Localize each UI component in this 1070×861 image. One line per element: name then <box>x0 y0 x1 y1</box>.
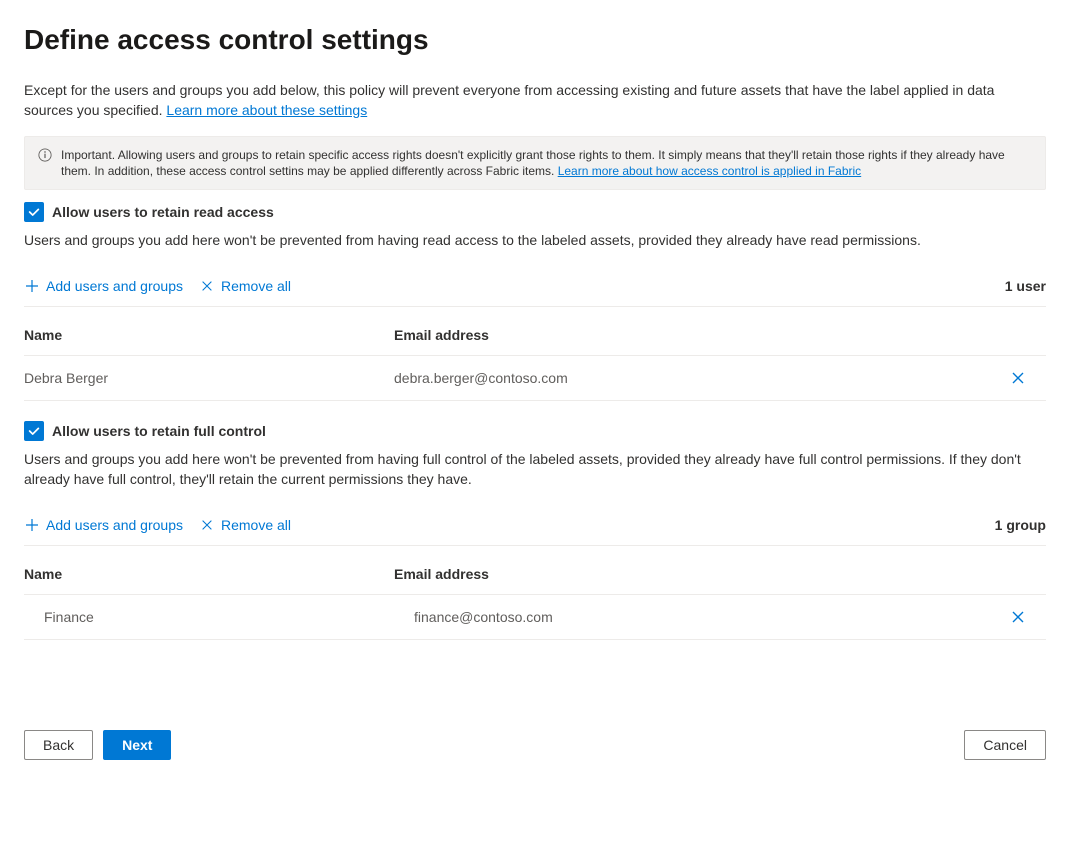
remove-all-label: Remove all <box>221 278 291 294</box>
learn-more-fabric-link[interactable]: Learn more about how access control is a… <box>558 164 862 178</box>
table-row: Finance finance@contoso.com <box>24 595 1046 640</box>
full-control-checkbox-row: Allow users to retain full control <box>24 421 1046 441</box>
remove-all-button-full[interactable]: Remove all <box>199 517 291 533</box>
back-button[interactable]: Back <box>24 730 93 760</box>
column-email: Email address <box>394 566 1046 582</box>
read-access-table-header: Name Email address <box>24 307 1046 356</box>
read-access-description: Users and groups you add here won't be p… <box>24 230 1046 250</box>
read-access-toolbar: Add users and groups Remove all 1 user <box>24 278 1046 307</box>
row-name: Finance <box>24 609 394 625</box>
learn-more-settings-link[interactable]: Learn more about these settings <box>166 102 367 118</box>
x-icon <box>199 517 215 533</box>
read-access-checkbox-row: Allow users to retain read access <box>24 202 1046 222</box>
column-name: Name <box>24 327 394 343</box>
full-control-checkbox-label: Allow users to retain full control <box>52 423 266 439</box>
info-banner: Important. Allowing users and groups to … <box>24 136 1046 190</box>
row-email: debra.berger@contoso.com <box>394 370 1006 386</box>
full-control-toolbar: Add users and groups Remove all 1 group <box>24 517 1046 546</box>
read-access-checkbox-label: Allow users to retain read access <box>52 204 274 220</box>
intro-paragraph: Except for the users and groups you add … <box>24 80 1046 120</box>
full-control-description: Users and groups you add here won't be p… <box>24 449 1046 489</box>
x-icon <box>199 278 215 294</box>
plus-icon <box>24 278 40 294</box>
info-text: Important. Allowing users and groups to … <box>61 148 1005 178</box>
add-users-button-read[interactable]: Add users and groups <box>24 278 183 294</box>
info-icon <box>37 147 53 163</box>
read-access-count: 1 user <box>1005 278 1046 294</box>
next-button[interactable]: Next <box>103 730 171 760</box>
delete-row-button[interactable] <box>1006 370 1046 386</box>
plus-icon <box>24 517 40 533</box>
row-name: Debra Berger <box>24 370 394 386</box>
cancel-button[interactable]: Cancel <box>964 730 1046 760</box>
read-access-checkbox[interactable] <box>24 202 44 222</box>
full-control-table-header: Name Email address <box>24 546 1046 595</box>
x-icon <box>1010 609 1026 625</box>
remove-all-button-read[interactable]: Remove all <box>199 278 291 294</box>
column-name: Name <box>24 566 394 582</box>
table-row: Debra Berger debra.berger@contoso.com <box>24 356 1046 401</box>
footer: Back Next Cancel <box>24 730 1046 760</box>
x-icon <box>1010 370 1026 386</box>
page-title: Define access control settings <box>24 24 1046 56</box>
full-control-checkbox[interactable] <box>24 421 44 441</box>
column-email: Email address <box>394 327 1046 343</box>
delete-row-button[interactable] <box>1006 609 1046 625</box>
row-email: finance@contoso.com <box>394 609 1006 625</box>
add-users-button-full[interactable]: Add users and groups <box>24 517 183 533</box>
add-users-label: Add users and groups <box>46 517 183 533</box>
full-control-count: 1 group <box>995 517 1046 533</box>
add-users-label: Add users and groups <box>46 278 183 294</box>
remove-all-label: Remove all <box>221 517 291 533</box>
